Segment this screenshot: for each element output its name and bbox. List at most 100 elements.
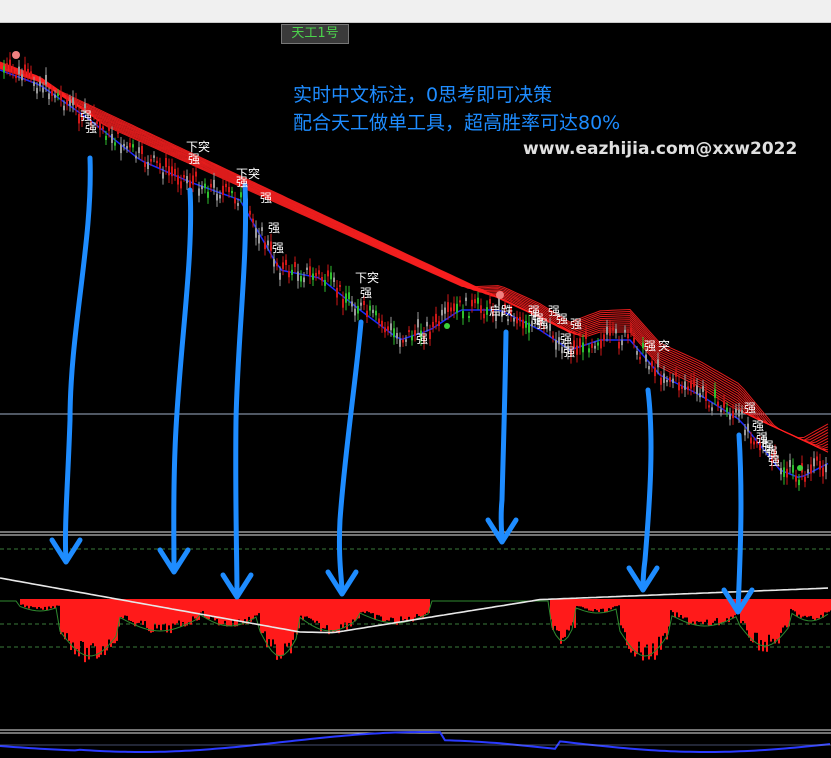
histogram-bar bbox=[810, 599, 812, 616]
candle-body bbox=[585, 331, 587, 339]
candle-body bbox=[315, 272, 317, 277]
candle-body bbox=[795, 475, 797, 482]
histogram-bar bbox=[704, 599, 706, 622]
histogram-bar bbox=[60, 599, 62, 635]
candle-body bbox=[405, 339, 407, 342]
histogram-bar bbox=[690, 599, 692, 624]
histogram-bar bbox=[370, 599, 372, 614]
histogram-bar bbox=[288, 599, 290, 643]
histogram-bar bbox=[748, 599, 750, 638]
histogram-bar bbox=[318, 599, 320, 623]
candle-body bbox=[174, 168, 176, 175]
histogram-bar bbox=[150, 599, 152, 633]
candle-body bbox=[54, 94, 56, 98]
histogram-bar bbox=[580, 599, 582, 607]
signal-dot bbox=[12, 51, 20, 59]
histogram-bar bbox=[724, 599, 726, 622]
histogram-bar bbox=[790, 599, 792, 609]
candle-body bbox=[126, 146, 128, 149]
signal-dot bbox=[444, 323, 450, 329]
candle-body bbox=[72, 97, 74, 106]
candle-body bbox=[219, 195, 221, 199]
histogram-bar bbox=[220, 599, 222, 625]
candle-body bbox=[786, 468, 788, 478]
chart-window: 天工1号 实时中文标注，0思考即可决策 配合天工做单工具，超高胜率可达80% w… bbox=[0, 0, 831, 758]
candle-body bbox=[111, 134, 113, 143]
histogram-bar bbox=[266, 599, 268, 648]
candle-body bbox=[141, 146, 143, 155]
candle-body bbox=[549, 324, 551, 331]
candle-body bbox=[195, 171, 197, 177]
histogram-bar bbox=[616, 599, 618, 607]
histogram-bar bbox=[756, 599, 758, 633]
histogram-bar bbox=[622, 599, 624, 629]
candle-body bbox=[249, 210, 251, 215]
candle-body bbox=[486, 307, 488, 315]
histogram-bar bbox=[394, 599, 396, 624]
histogram-bar bbox=[80, 599, 82, 641]
histogram-bar bbox=[36, 599, 38, 609]
histogram-bar bbox=[346, 599, 348, 630]
candle-body bbox=[144, 162, 146, 167]
candle-body bbox=[330, 272, 332, 280]
histogram-bar bbox=[648, 599, 650, 660]
histogram-bar bbox=[40, 599, 42, 609]
candle-body bbox=[204, 183, 206, 189]
candle-body bbox=[231, 190, 233, 194]
candle-body bbox=[15, 75, 17, 79]
histogram-bar bbox=[686, 599, 688, 618]
candle-body bbox=[282, 262, 284, 269]
candle-body bbox=[210, 183, 212, 188]
histogram-bar bbox=[34, 599, 36, 608]
histogram-bar bbox=[706, 599, 708, 620]
candle-body bbox=[183, 174, 185, 178]
histogram-bar bbox=[764, 599, 766, 642]
histogram-bar bbox=[696, 599, 698, 622]
candle-body bbox=[438, 321, 440, 327]
candle-body bbox=[30, 71, 32, 77]
histogram-bar bbox=[320, 599, 322, 632]
histogram-bar bbox=[212, 599, 214, 618]
histogram-bar bbox=[240, 599, 242, 622]
histogram-bar bbox=[592, 599, 594, 612]
candle-body bbox=[357, 305, 359, 314]
candle-body bbox=[432, 321, 434, 327]
histogram-bar bbox=[362, 599, 364, 612]
histogram-bar bbox=[218, 599, 220, 626]
candle-body bbox=[105, 135, 107, 140]
histogram-bar bbox=[554, 599, 556, 626]
histogram-bar bbox=[560, 599, 562, 644]
candle-body bbox=[189, 180, 191, 189]
histogram-bar bbox=[606, 599, 608, 613]
histogram-bar bbox=[172, 599, 174, 624]
histogram-bar bbox=[562, 599, 564, 638]
histogram-bar bbox=[72, 599, 74, 643]
histogram-bar bbox=[702, 599, 704, 624]
histogram-bar bbox=[598, 599, 600, 613]
histogram-bar bbox=[244, 599, 246, 620]
arrow-shaft bbox=[62, 155, 93, 563]
histogram-bar bbox=[232, 599, 234, 621]
signal-label-strong: 强 bbox=[188, 152, 201, 166]
histogram-bar bbox=[388, 599, 390, 621]
candle-body bbox=[57, 93, 59, 97]
candle-body bbox=[411, 335, 413, 341]
candle-body bbox=[381, 320, 383, 327]
candle-body bbox=[45, 74, 47, 85]
histogram-bar bbox=[148, 599, 150, 632]
histogram-bar bbox=[368, 599, 370, 613]
candle-body bbox=[669, 377, 671, 382]
candle-body bbox=[162, 172, 164, 179]
histogram-bar bbox=[48, 599, 50, 607]
candle-body bbox=[306, 267, 308, 270]
histogram-bar bbox=[58, 599, 60, 606]
candle-body bbox=[588, 348, 590, 353]
histogram-bar bbox=[310, 599, 312, 619]
histogram-bar bbox=[290, 599, 292, 654]
candle-body bbox=[303, 277, 305, 283]
histogram-bar bbox=[192, 599, 194, 617]
candle-body bbox=[150, 159, 152, 162]
candle-body bbox=[738, 409, 740, 417]
candle-body bbox=[591, 343, 593, 348]
histogram-bar bbox=[612, 599, 614, 608]
